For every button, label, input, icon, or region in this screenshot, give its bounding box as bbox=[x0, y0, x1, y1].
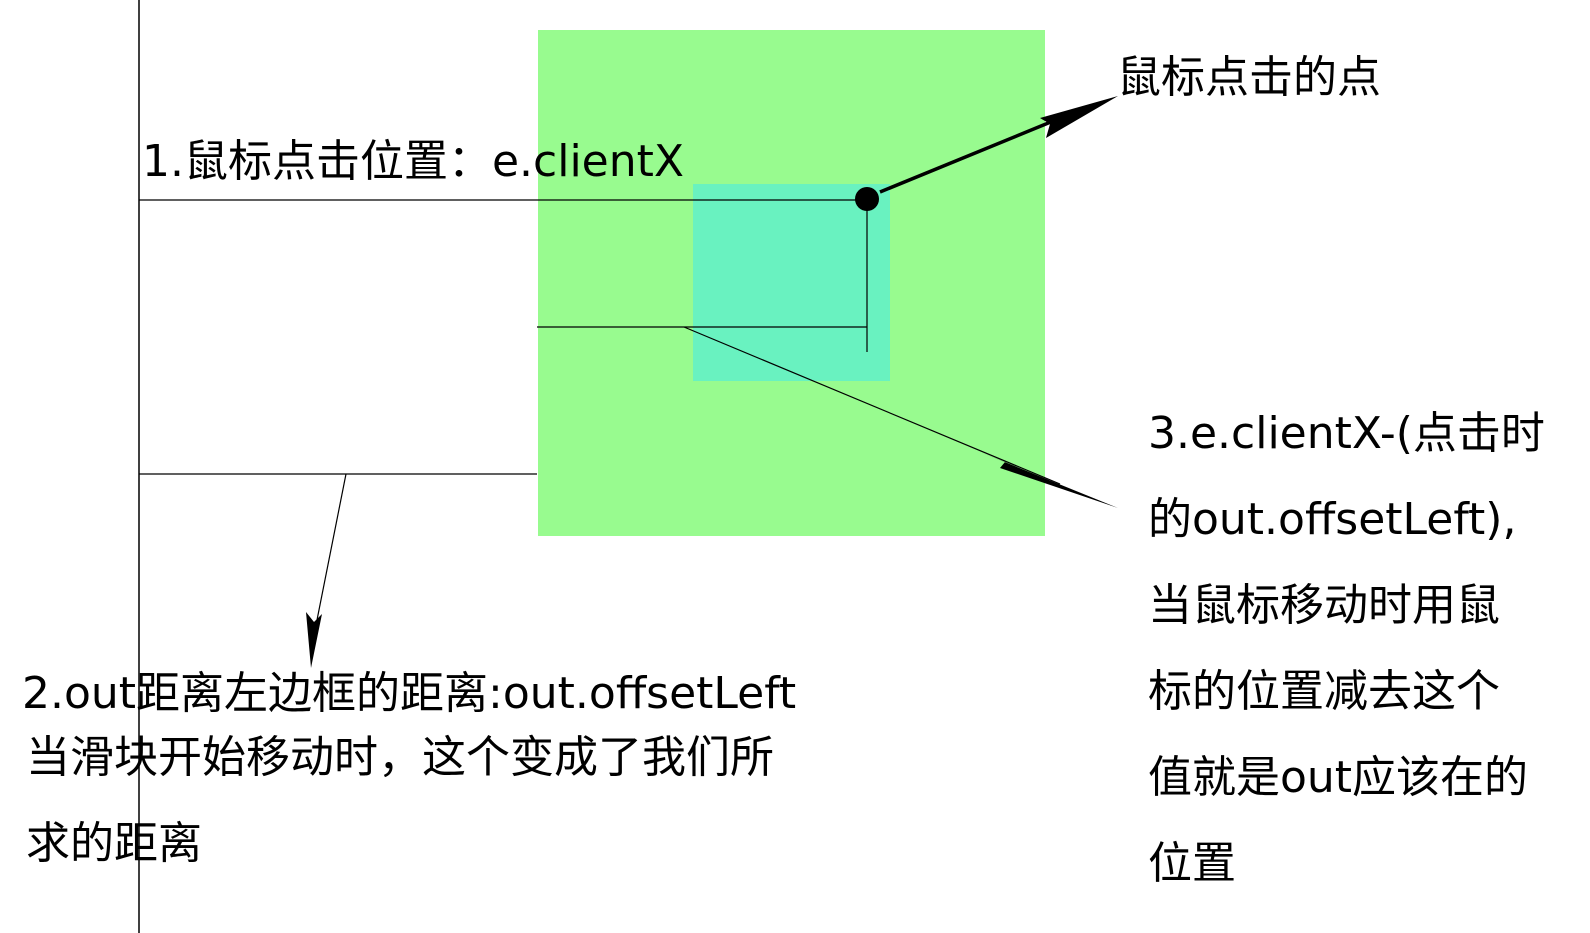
click-point-dot bbox=[855, 187, 879, 211]
note-line: 值就是out应该在的 bbox=[1148, 752, 1529, 803]
position-formula-note: 3.e.clientX-(点击时 的out.offsetLeft), 当鼠标移动… bbox=[1148, 404, 1545, 920]
note-line: 位置 bbox=[1148, 838, 1236, 889]
note-line: 3.e.clientX-(点击时 bbox=[1148, 408, 1545, 459]
note-line: 标的位置减去这个 bbox=[1148, 666, 1500, 717]
note-line: 的out.offsetLeft), bbox=[1148, 494, 1517, 545]
client-x-label: 1.鼠标点击位置：e.clientX bbox=[142, 136, 685, 187]
note-line: 求的距离 bbox=[26, 818, 202, 869]
click-point-arrow-head bbox=[1040, 96, 1118, 138]
drag-distance-note: 当滑块开始移动时，这个变成了我们所 求的距离 bbox=[26, 728, 774, 900]
offset-arrow-head bbox=[306, 612, 322, 668]
click-point-label: 鼠标点击的点 bbox=[1117, 52, 1381, 103]
inner-box bbox=[693, 184, 890, 381]
note-line: 当滑块开始移动时，这个变成了我们所 bbox=[26, 732, 774, 783]
note-line: 当鼠标移动时用鼠 bbox=[1148, 580, 1500, 631]
offset-arrow-shaft bbox=[316, 473, 347, 621]
offset-left-label: 2.out距离左边框的距离:out.offsetLeft bbox=[22, 668, 797, 719]
